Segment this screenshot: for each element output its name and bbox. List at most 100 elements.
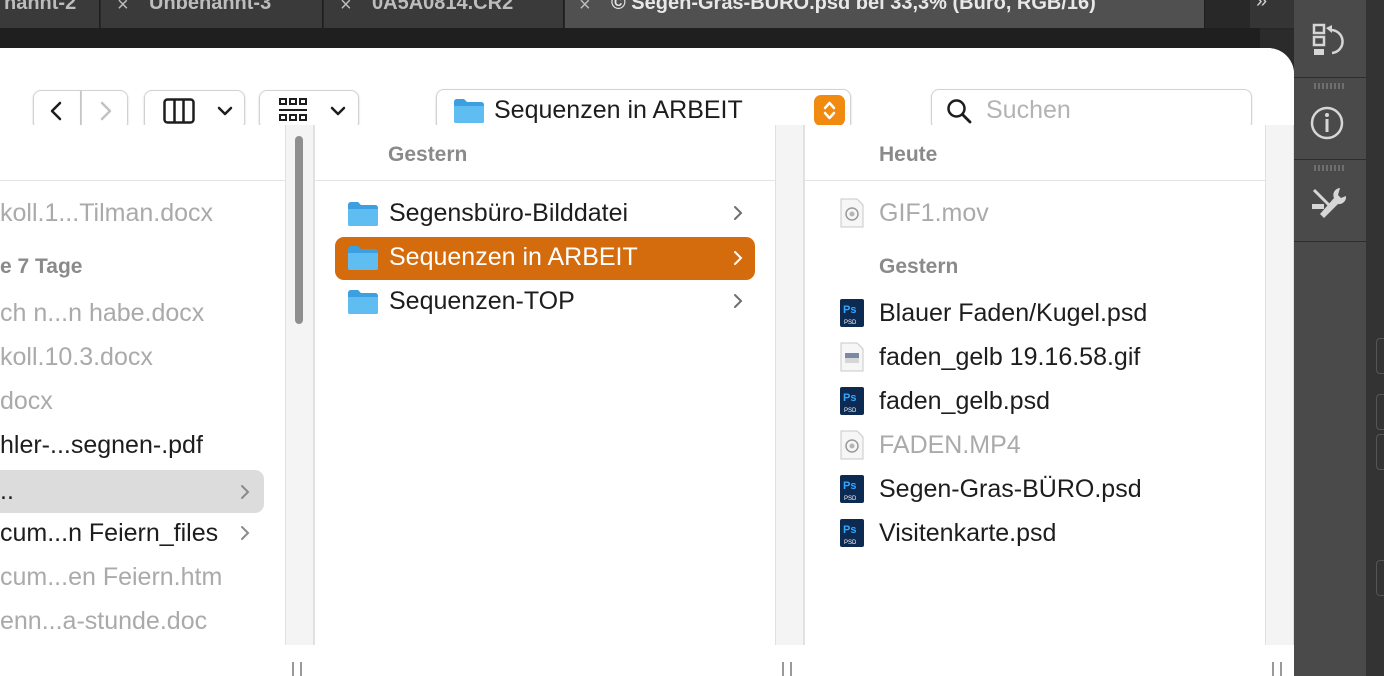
column-divider[interactable] [1265,125,1294,645]
chevron-left-icon [50,101,62,121]
column-divider[interactable] [775,125,804,645]
view-columns-button[interactable] [144,90,245,130]
panel-section [1294,160,1366,242]
document-tab-label: 0A5A0814.CR2 [372,0,514,14]
section-header: Heute [879,143,938,166]
movie-file-icon [840,430,864,460]
svg-text:PSD: PSD [844,496,857,502]
chevron-right-icon [241,526,250,540]
file-row[interactable]: faden_gelb 19.16.58.gif [825,339,1245,377]
tools-icon[interactable] [1310,184,1350,224]
forward-button[interactable] [81,90,128,130]
file-row[interactable]: GIF1.mov [825,195,1245,233]
svg-text:PSD: PSD [844,408,857,414]
document-area [0,28,1260,48]
section-header: Gestern [879,255,959,278]
panel-tab[interactable] [1376,560,1384,596]
panel-tab[interactable] [1376,434,1384,470]
panel-icon-column [1294,0,1366,676]
column-resize-handle[interactable] [782,662,792,676]
gif-file-icon [840,342,864,372]
photoshop-file-icon: Ps PSD [840,387,864,415]
photoshop-file-icon: Ps PSD [840,519,864,547]
scrollbar-thumb[interactable] [291,132,307,328]
folder-icon [348,246,378,270]
popup-stepper[interactable] [814,95,845,126]
svg-text:PSD: PSD [844,320,857,326]
columns-view-icon [163,98,195,124]
group-by-button[interactable] [259,90,359,130]
list-item[interactable]: cum...n Feiern_files [0,515,270,553]
search-field[interactable]: Suchen [931,89,1252,130]
list-item[interactable]: ch n...n habe.docx [0,295,270,333]
folder-icon [348,202,378,226]
up-down-chevron-icon [823,101,836,120]
svg-text:Ps: Ps [843,392,856,404]
movie-file-icon [840,198,864,228]
column-header [0,125,285,181]
svg-text:Ps: Ps [843,480,856,492]
chevron-down-icon [217,106,233,116]
browser-column-3[interactable]: Heute GIF1.mov Gestern Ps PSD Blauer Fad… [804,125,1265,645]
list-item[interactable]: docx [0,383,270,421]
section-header: e 7 Tage [0,255,83,278]
file-row[interactable]: Ps PSD Segen-Gras-BÜRO.psd [825,471,1245,509]
list-item[interactable]: koll.1...Tilman.docx [0,195,270,233]
document-tab[interactable]: × Unbenannt-3 [101,0,323,28]
search-placeholder: Suchen [986,96,1071,124]
close-icon[interactable]: × [340,0,352,17]
chevron-right-icon [734,251,743,265]
panel-section [1294,0,1366,78]
chevron-right-icon [734,206,743,220]
list-item[interactable]: enn...a-stunde.doc [0,603,270,641]
folder-row-selected[interactable]: Sequenzen in ARBEIT [335,237,755,280]
grid-icon [279,98,307,121]
photoshop-file-icon: Ps PSD [840,475,864,503]
search-icon [947,99,972,124]
chevron-right-icon [241,485,250,499]
folder-icon [348,290,378,314]
browser-column-1[interactable]: koll.1...Tilman.docx e 7 Tage ch n...n h… [0,125,285,645]
photoshop-tab-bar: nannt-2 × Unbenannt-3 × 0A5A0814.CR2 × ©… [0,0,1294,30]
list-item[interactable]: koll.10.3.docx [0,339,270,377]
file-row[interactable]: Ps PSD Blauer Faden/Kugel.psd [825,295,1245,333]
list-item[interactable]: hler-...segnen-.pdf [0,427,270,465]
file-row[interactable]: FADEN.MP4 [825,427,1245,465]
double-chevron-icon: » [1256,0,1267,12]
column-header: Heute [805,125,1265,181]
folder-icon [454,99,484,123]
document-tab[interactable]: × 0A5A0814.CR2 [324,0,564,28]
document-tab-label: © Segen-Gras-BÜRO.psd bei 33,3% (Büro, R… [611,0,1096,14]
panel-tab[interactable] [1376,338,1384,374]
svg-text:PSD: PSD [844,540,857,546]
more-tabs-button[interactable]: » [1250,0,1294,28]
list-item[interactable]: cum...en Feiern.htm [0,559,270,597]
info-icon[interactable] [1310,104,1350,144]
panel-section [1294,78,1366,160]
column-header: Gestern [315,125,775,181]
svg-text:Ps: Ps [843,524,856,536]
photoshop-file-icon: Ps PSD [840,299,864,327]
close-icon[interactable]: × [579,0,591,17]
folder-row[interactable]: Sequenzen-TOP [335,283,755,321]
close-icon[interactable]: × [117,0,129,17]
history-icon[interactable] [1310,20,1350,60]
back-button[interactable] [33,90,81,130]
chevron-down-icon [330,106,346,116]
location-label: Sequenzen in ARBEIT [494,96,743,124]
folder-row[interactable]: Segensbüro-Bilddatei [335,195,755,233]
file-row[interactable]: Ps PSD Visitenkarte.psd [825,515,1245,553]
document-tab[interactable]: nannt-2 [0,0,100,28]
document-tab-active[interactable]: × © Segen-Gras-BÜRO.psd bei 33,3% (Büro,… [565,0,1205,28]
photoshop-panel-dock [1294,0,1384,676]
file-row[interactable]: Ps PSD faden_gelb.psd [825,383,1245,421]
column-resize-handle[interactable] [1272,662,1282,676]
section-header: Gestern [388,143,468,166]
panel-tab[interactable] [1376,394,1384,430]
svg-text:Ps: Ps [843,304,856,316]
document-tab-label: nannt-2 [4,0,77,14]
chevron-right-icon [100,101,112,121]
browser-column-2[interactable]: Gestern Segensbüro-Bilddatei Sequenzen i… [314,125,775,645]
column-resize-handle[interactable] [292,662,302,676]
list-item-selected[interactable]: .. [0,470,264,513]
